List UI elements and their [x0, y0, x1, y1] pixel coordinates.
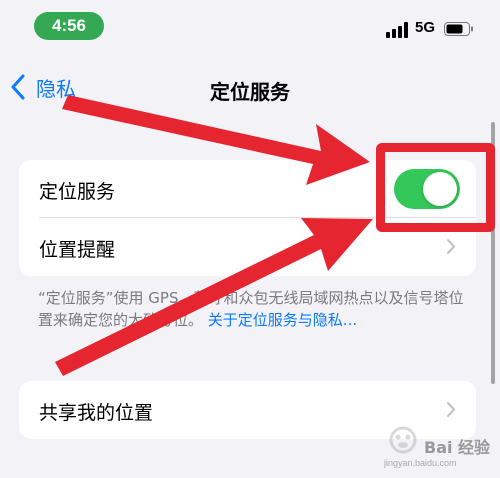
watermark-url: jingyan.baidu.com [384, 458, 457, 468]
status-bar: 4:56 5G [0, 0, 500, 50]
time-display: 4:56 [34, 12, 104, 40]
network-type-label: 5G [415, 19, 436, 36]
cellular-signal-icon [386, 22, 408, 38]
highlight-box-annotation [376, 143, 495, 232]
share-my-location-label: 共享我的位置 [39, 402, 154, 424]
battery-icon [444, 22, 473, 36]
location-services-label: 定位服务 [39, 181, 116, 203]
page-title: 定位服务 [210, 80, 290, 104]
chevron-right-icon [446, 238, 456, 255]
location-services-footer: “定位服务”使用 GPS、蓝牙和众包无线局域网热点以及信号塔位置来确定您的大致方… [38, 287, 468, 331]
navigation-bar: 隐私 定位服务 [0, 64, 500, 112]
location-alerts-label: 位置提醒 [39, 239, 116, 261]
about-location-privacy-link[interactable]: 关于定位服务与隐私... [208, 311, 357, 329]
chevron-right-icon [446, 401, 456, 418]
watermark-text: Bai 经验 [424, 438, 491, 457]
